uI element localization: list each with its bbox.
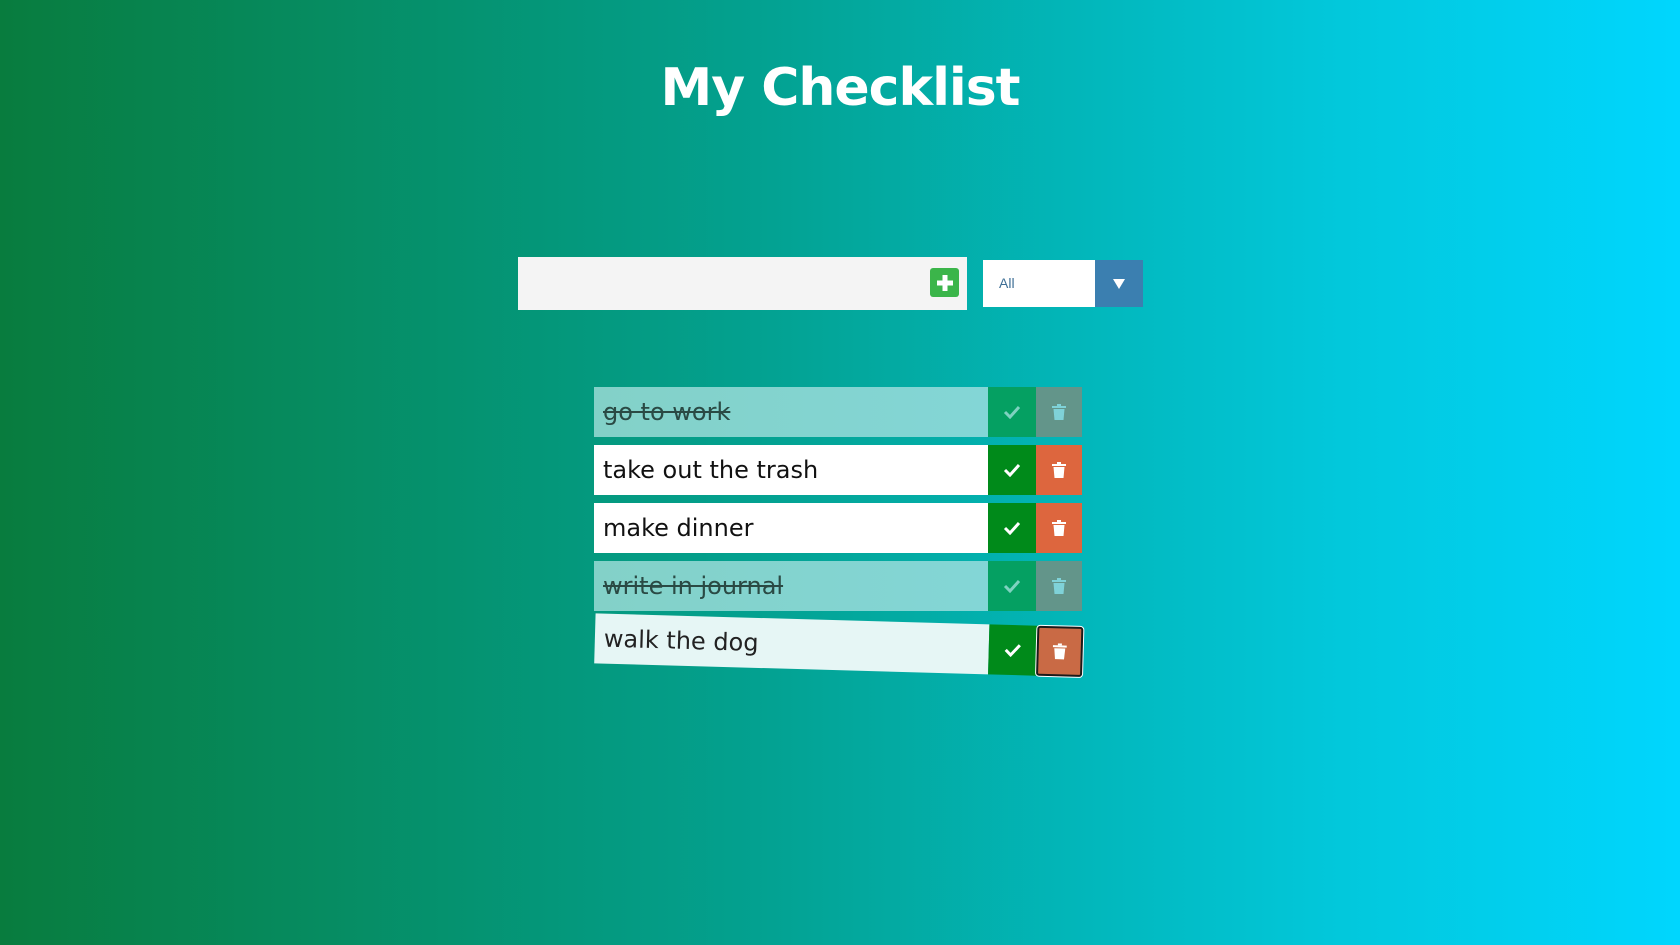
delete-button[interactable] [1036,625,1084,677]
add-todo-button[interactable] [930,268,959,297]
todo-item: walk the dog [594,613,1084,677]
page: My Checklist All go to work take out the… [0,0,1680,945]
plus-icon [936,274,953,291]
add-todo-form [518,257,967,310]
complete-button[interactable] [988,503,1036,553]
complete-button[interactable] [988,624,1038,676]
complete-button[interactable] [988,561,1036,611]
todo-item: write in journal [594,561,1082,611]
todo-input[interactable] [518,257,918,310]
check-icon [1003,579,1021,593]
complete-button[interactable] [988,387,1036,437]
todo-text: make dinner [594,503,988,553]
page-title: My Checklist [660,58,1020,118]
trash-icon [1052,462,1066,478]
delete-button[interactable] [1036,561,1082,611]
todo-item: take out the trash [594,445,1082,495]
trash-icon [1052,520,1066,536]
todo-text: write in journal [594,561,988,611]
trash-icon [1052,404,1066,420]
trash-icon [1052,643,1067,660]
filter-selected-value: All [999,275,1015,291]
delete-button[interactable] [1036,445,1082,495]
check-icon [1004,644,1021,658]
todo-text: go to work [594,387,988,437]
todo-text: walk the dog [594,613,990,675]
todo-item: go to work [594,387,1082,437]
filter-select[interactable]: All [983,260,1143,307]
complete-button[interactable] [988,445,1036,495]
caret-down-icon [1113,278,1125,289]
todo-text: take out the trash [594,445,988,495]
delete-button[interactable] [1036,387,1082,437]
filter-dropdown-toggle[interactable] [1095,260,1143,307]
check-icon [1003,405,1021,419]
todo-list: go to work take out the trash make dinne… [594,387,1084,685]
check-icon [1003,521,1021,535]
delete-button[interactable] [1036,503,1082,553]
todo-item: make dinner [594,503,1082,553]
check-icon [1003,463,1021,477]
trash-icon [1052,578,1066,594]
